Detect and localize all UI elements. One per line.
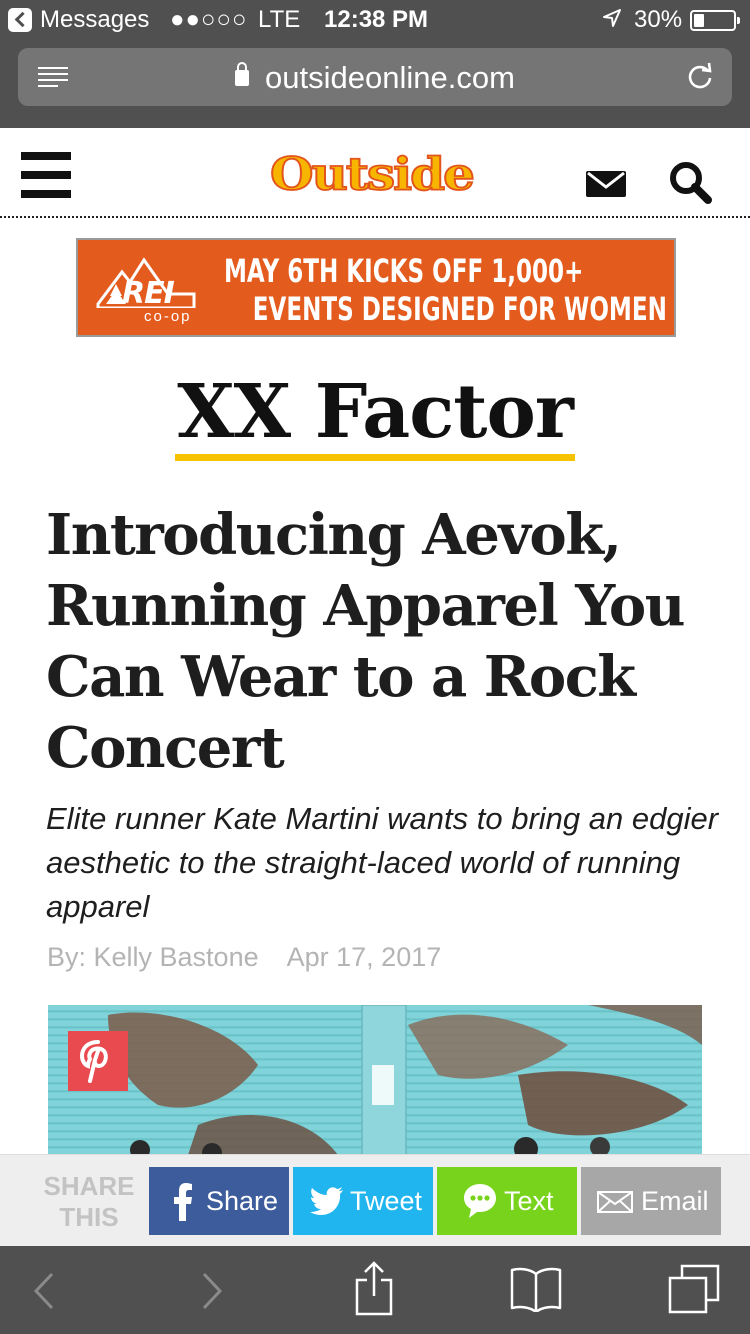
back-to-app-icon[interactable] bbox=[8, 8, 32, 32]
back-icon[interactable] bbox=[32, 1272, 56, 1310]
mail-icon[interactable] bbox=[585, 170, 627, 198]
publish-date: Apr 17, 2017 bbox=[286, 942, 442, 972]
rei-coop: co-op bbox=[144, 308, 192, 325]
article-headline: Introducing Aevok, Running Apparel You C… bbox=[46, 502, 685, 781]
twitter-share-label: Tweet bbox=[350, 1186, 423, 1216]
message-bubble-icon bbox=[464, 1184, 496, 1218]
carrier: LTE bbox=[258, 6, 301, 33]
browser-chrome: Messages ●●○○○ LTE 12:38 PM 30% outsideo… bbox=[0, 0, 750, 128]
share-label-line-1: SHARE bbox=[43, 1171, 135, 1201]
ad-line-2: EVENTS DESIGNED FOR WOMEN bbox=[252, 290, 667, 328]
email-share-button[interactable]: Email bbox=[581, 1167, 721, 1235]
facebook-icon bbox=[174, 1183, 192, 1221]
signal-strength: ●●○○○ bbox=[170, 6, 248, 33]
text-share-button[interactable]: Text bbox=[437, 1167, 577, 1235]
section-link[interactable]: XX Factor bbox=[175, 370, 575, 461]
hero-image[interactable] bbox=[48, 1005, 702, 1155]
email-share-label: Email bbox=[641, 1186, 709, 1216]
site-logo[interactable]: Outside bbox=[269, 147, 476, 199]
battery-icon bbox=[690, 10, 740, 31]
share-label-line-2: THIS bbox=[59, 1202, 119, 1232]
twitter-icon bbox=[310, 1187, 343, 1215]
site-header: Outside bbox=[0, 128, 750, 218]
hamburger-menu-icon[interactable] bbox=[21, 152, 71, 198]
bookmarks-icon[interactable] bbox=[510, 1266, 562, 1312]
pinterest-button[interactable] bbox=[68, 1031, 128, 1091]
lock-icon bbox=[235, 62, 250, 86]
url-display[interactable]: outsideonline.com bbox=[18, 60, 732, 96]
url-text: outsideonline.com bbox=[265, 60, 515, 95]
share-bar: SHARE THIS Share Tweet Text Email bbox=[0, 1154, 750, 1246]
article-dek: Elite runner Kate Martini wants to bring… bbox=[46, 801, 719, 924]
address-bar[interactable]: outsideonline.com bbox=[18, 48, 732, 106]
battery-percent: 30% bbox=[634, 6, 683, 33]
envelope-icon bbox=[597, 1191, 633, 1213]
share-icon[interactable] bbox=[354, 1260, 394, 1316]
facebook-share-label: Share bbox=[206, 1186, 279, 1216]
facebook-share-button[interactable]: Share bbox=[149, 1167, 289, 1235]
tabs-icon[interactable] bbox=[668, 1264, 720, 1314]
text-share-label: Text bbox=[504, 1186, 554, 1216]
back-to-app-label[interactable]: Messages bbox=[40, 6, 149, 34]
ad-copy: MAY 6TH KICKS OFF 1,000+ EVENTS DESIGNED… bbox=[224, 252, 667, 328]
rei-logo: REI co-op bbox=[96, 254, 196, 325]
search-icon[interactable] bbox=[668, 160, 712, 204]
page: Messages ●●○○○ LTE 12:38 PM 30% outsideo… bbox=[0, 0, 750, 1334]
byline: By: Kelly Bastone Apr 17, 2017 bbox=[47, 942, 441, 973]
reload-icon[interactable] bbox=[686, 62, 714, 90]
ad-line-1: MAY 6TH KICKS OFF 1,000+ bbox=[224, 252, 584, 290]
clock: 12:38 PM bbox=[324, 6, 429, 33]
status-bar: Messages ●●○○○ LTE 12:38 PM 30% bbox=[0, 0, 750, 40]
mural-photo bbox=[108, 1005, 702, 1155]
browser-toolbar bbox=[0, 1246, 750, 1334]
pinterest-icon bbox=[79, 1040, 108, 1083]
share-this-label: SHARE THIS bbox=[38, 1171, 140, 1233]
twitter-share-button[interactable]: Tweet bbox=[293, 1167, 433, 1235]
rei-ad-banner[interactable]: REI co-op MAY 6TH KICKS OFF 1,000+ EVENT… bbox=[76, 238, 676, 337]
section-title: XX Factor bbox=[0, 370, 750, 461]
forward-icon[interactable] bbox=[200, 1272, 224, 1310]
location-arrow-icon bbox=[603, 9, 621, 27]
author[interactable]: By: Kelly Bastone bbox=[47, 942, 259, 972]
rei-brand: REI bbox=[122, 276, 175, 311]
